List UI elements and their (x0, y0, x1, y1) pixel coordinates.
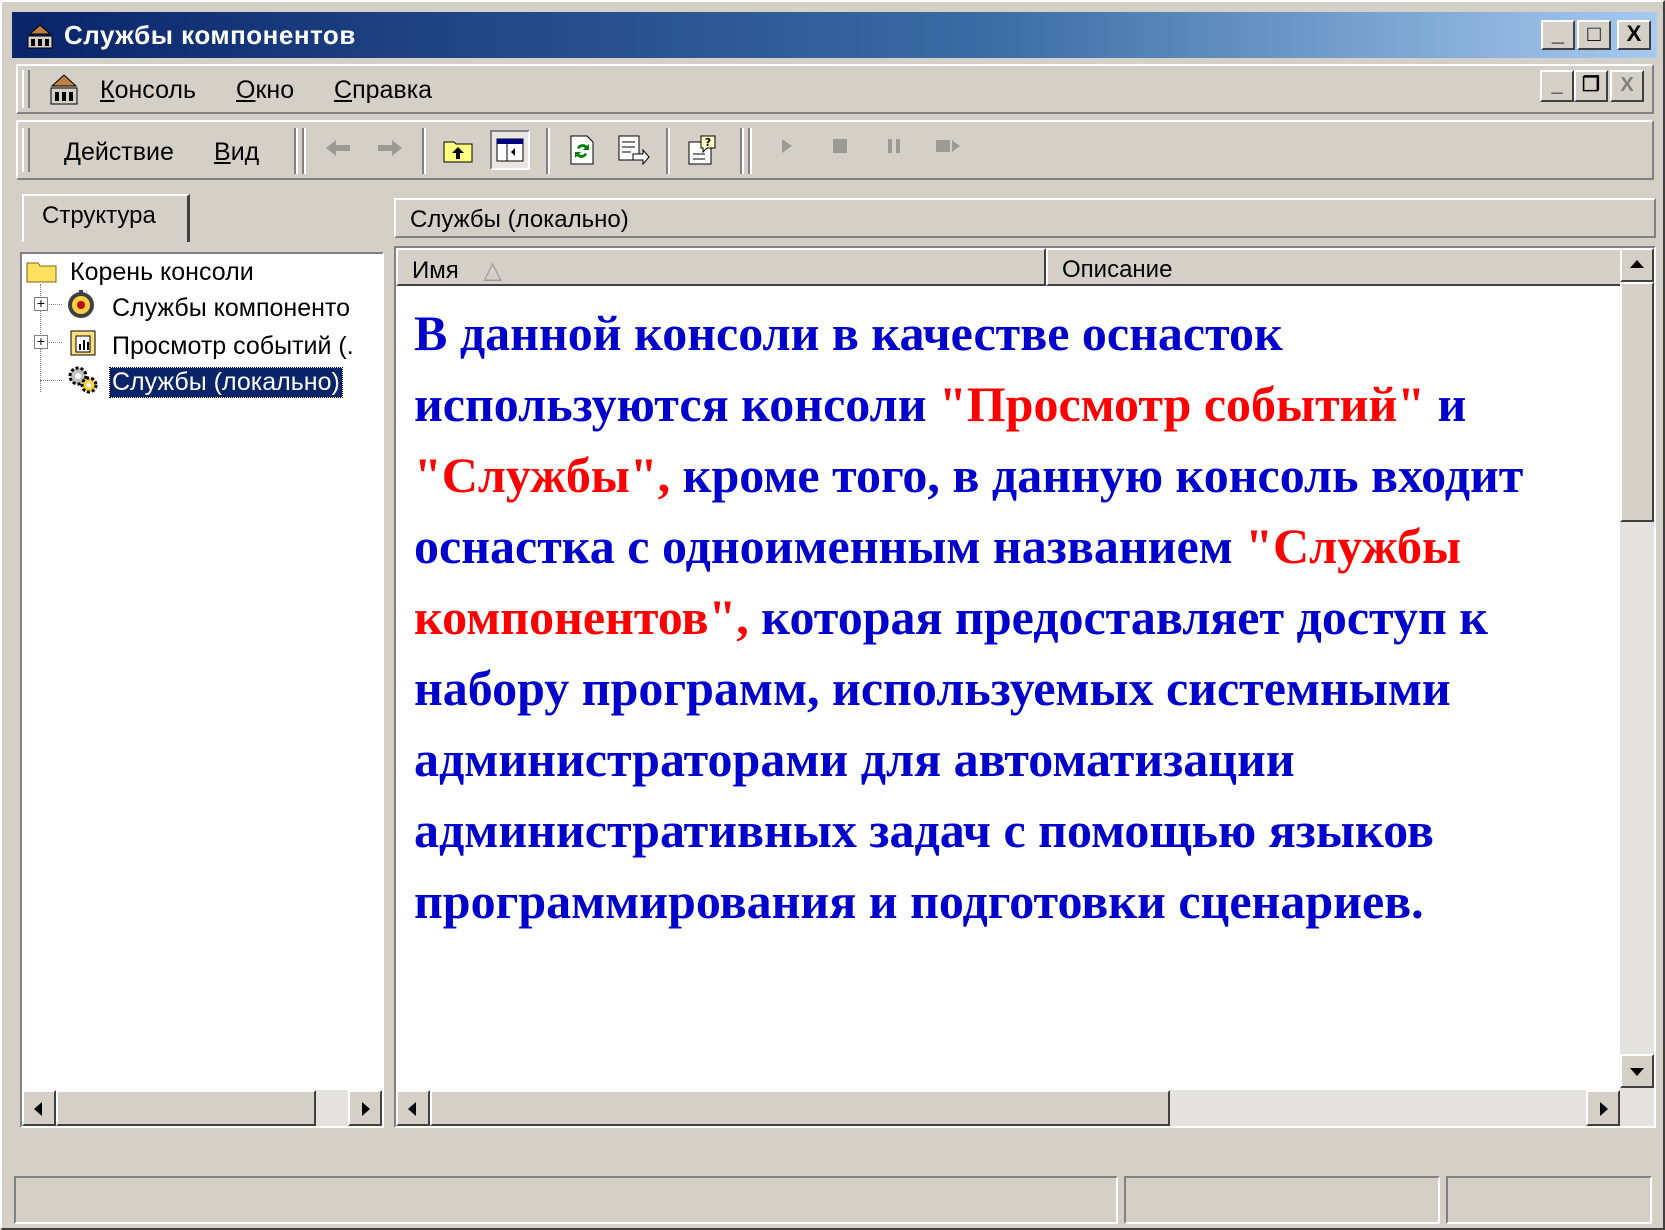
console-menu-icon[interactable] (48, 72, 80, 111)
title-bar[interactable]: Службы компонентов _ □ X (12, 12, 1657, 58)
mdi-restore-button[interactable]: ❐ (1574, 70, 1608, 102)
menu-help[interactable]: Справка (334, 76, 432, 105)
menu-action[interactable]: Действие (64, 138, 174, 167)
right-arrow-icon (362, 1102, 370, 1116)
column-header-description[interactable]: Описание (1046, 248, 1622, 286)
tree-item-event-viewer[interactable]: Просмотр событий (. (112, 332, 354, 361)
toolbar-separator (294, 128, 298, 174)
right-arrow-icon (1600, 1102, 1608, 1116)
up-folder-icon[interactable] (438, 130, 478, 170)
scroll-thumb[interactable] (430, 1090, 1170, 1126)
right-pane-header: Службы (локально) (394, 198, 1656, 238)
toolbar-grip[interactable] (22, 128, 30, 172)
explanation-text: В данной консоли в качестве оснасток исп… (414, 298, 1594, 937)
status-cell-3 (1446, 1176, 1652, 1224)
column-name-label: Имя (412, 257, 459, 284)
stop-icon[interactable] (820, 130, 860, 170)
services-gear-icon (66, 364, 100, 401)
scroll-down-button[interactable] (1620, 1054, 1654, 1088)
start-icon[interactable] (766, 130, 806, 170)
tree-pane: Корень консоли + Службы компоненто + Про… (20, 252, 384, 1128)
toolbar-separator (422, 128, 426, 174)
back-arrow-icon[interactable] (318, 130, 358, 170)
event-viewer-icon (68, 328, 98, 363)
tree-horizontal-scrollbar[interactable] (22, 1090, 382, 1126)
scroll-left-button[interactable] (396, 1090, 430, 1126)
tree-item-console-root[interactable]: Корень консоли (70, 258, 254, 287)
column-header-name[interactable]: Имя △ (396, 248, 1046, 286)
expand-toggle[interactable]: + (34, 296, 48, 311)
toolbar-separator (666, 128, 670, 174)
mdi-close-button[interactable]: X (1610, 70, 1644, 102)
menu-console[interactable]: Консоль (100, 76, 196, 105)
pause-icon[interactable] (874, 130, 914, 170)
left-arrow-icon (34, 1102, 42, 1116)
column-description-label: Описание (1062, 256, 1173, 283)
scroll-thumb[interactable] (56, 1090, 316, 1126)
refresh-icon[interactable] (562, 130, 602, 170)
right-pane-title: Службы (локально) (410, 206, 629, 233)
scroll-right-button[interactable] (348, 1090, 382, 1126)
menu-window[interactable]: Окно (236, 76, 294, 105)
up-arrow-icon (1630, 260, 1644, 268)
list-horizontal-scrollbar[interactable] (396, 1090, 1620, 1126)
explanation-part: и (1425, 376, 1467, 432)
component-services-app-icon (26, 22, 54, 50)
toolbar: Действие Вид ? (16, 120, 1654, 180)
toolbar-separator (302, 128, 306, 174)
help-icon[interactable]: ? (682, 130, 722, 170)
show-hide-tree-icon[interactable] (490, 130, 530, 170)
tree-item-local-services[interactable]: Службы (локально) (109, 367, 343, 398)
scroll-thumb[interactable] (1620, 282, 1654, 522)
restart-icon[interactable] (928, 130, 968, 170)
toolbar-separator (546, 128, 550, 174)
scroll-left-button[interactable] (22, 1090, 56, 1126)
tab-structure[interactable]: Структура (22, 194, 190, 242)
toolbar-separator (748, 128, 752, 174)
status-cell-main (14, 1176, 1118, 1224)
export-list-icon[interactable] (614, 130, 654, 170)
folder-icon (26, 260, 58, 289)
maximize-button[interactable]: □ (1577, 20, 1611, 50)
explanation-highlight: "Просмотр событий" (939, 376, 1426, 432)
status-cell-2 (1124, 1176, 1440, 1224)
down-arrow-icon (1630, 1068, 1644, 1076)
svg-text:?: ? (705, 136, 711, 149)
window-title: Службы компонентов (64, 20, 356, 50)
menu-bar: Консоль Окно Справка _ ❐ X (16, 64, 1654, 114)
menu-view[interactable]: Вид (214, 138, 259, 167)
tree-item-component-services[interactable]: Службы компоненто (112, 294, 350, 323)
toolbar-separator (740, 128, 744, 174)
forward-arrow-icon[interactable] (370, 130, 410, 170)
explanation-highlight: "Службы", (414, 447, 671, 503)
mdi-minimize-button[interactable]: _ (1540, 70, 1574, 102)
sort-ascending-icon: △ (483, 257, 502, 284)
left-arrow-icon (408, 1102, 416, 1116)
tree-line (40, 380, 62, 381)
app-window: Службы компонентов _ □ X Консоль Окно Сп… (0, 0, 1665, 1230)
close-button[interactable]: X (1617, 20, 1651, 50)
status-bar (14, 1176, 1656, 1226)
scroll-right-button[interactable] (1586, 1090, 1620, 1126)
scroll-up-button[interactable] (1620, 248, 1654, 282)
minimize-button[interactable]: _ (1541, 20, 1575, 50)
list-vertical-scrollbar[interactable] (1620, 248, 1654, 1126)
component-services-icon (64, 288, 98, 327)
expand-toggle[interactable]: + (34, 334, 48, 349)
menubar-grip[interactable] (22, 70, 30, 108)
